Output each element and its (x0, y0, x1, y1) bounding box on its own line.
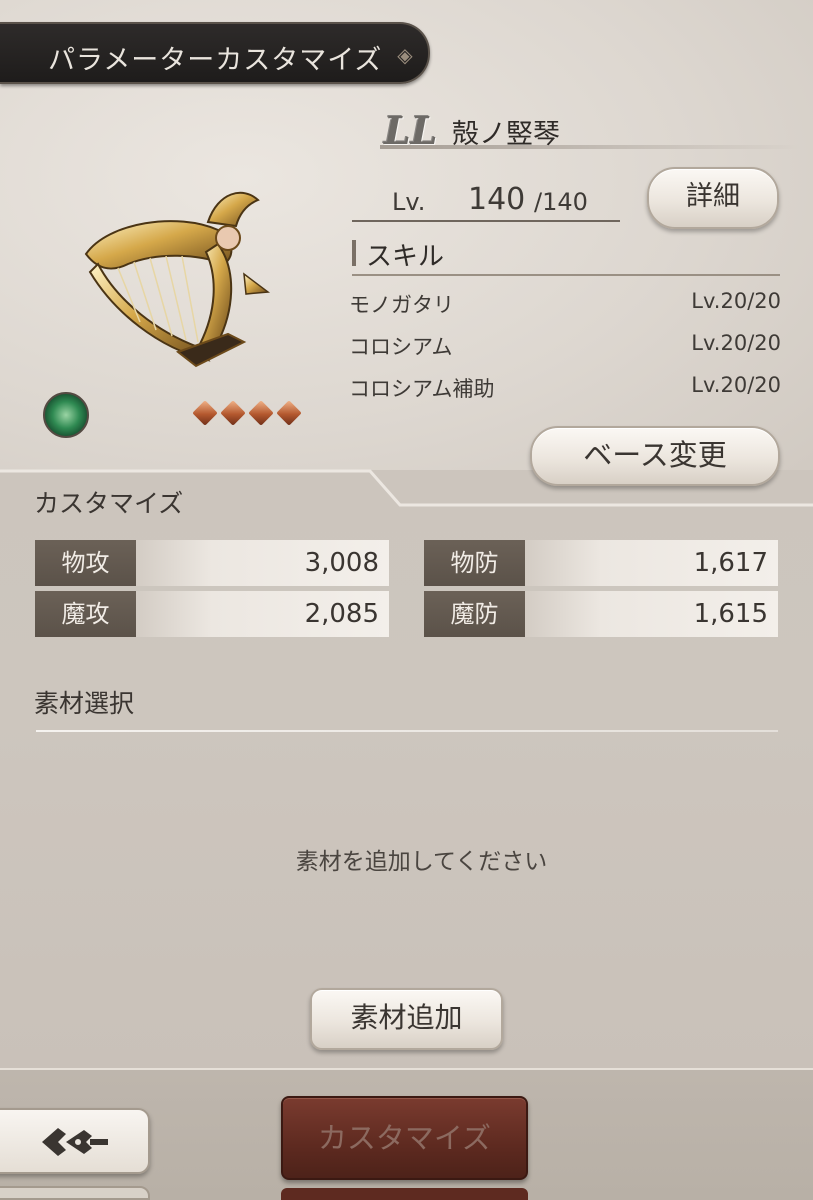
empty-material-message: 素材を追加してください (295, 849, 548, 875)
skill-level: Lv.20/20 (691, 289, 781, 313)
level-label: Lv. (392, 188, 426, 216)
skill-title: スキル (366, 242, 445, 272)
skill-level: Lv.20/20 (691, 331, 781, 355)
stat-label: 魔攻 (35, 591, 136, 637)
stat-value: 1,615 (525, 591, 778, 637)
skill-header: スキル (352, 234, 780, 278)
element-wind-icon (43, 392, 89, 438)
add-material-button[interactable]: 素材追加 (310, 988, 503, 1050)
star-icon (276, 400, 302, 426)
level-underline (352, 220, 620, 222)
skill-header-bar (352, 240, 356, 266)
material-divider (36, 730, 778, 732)
title-bar: パラメーターカスタマイズ ◈ (0, 22, 430, 84)
skill-row: コロシアム補助 Lv.20/20 (349, 373, 781, 403)
skill-row: モノガタリ Lv.20/20 (349, 289, 781, 319)
stat-value: 2,085 (136, 591, 389, 637)
customize-section-title: カスタマイズ (34, 489, 184, 518)
secondary-button-edge (0, 1186, 150, 1200)
level-current: 140 (468, 182, 526, 217)
skill-underline (352, 274, 780, 276)
stat-label: 物攻 (35, 540, 136, 586)
level-row: Lv. 140 /140 (352, 176, 620, 226)
name-underline (380, 145, 800, 149)
secondary-button-edge (281, 1188, 528, 1200)
star-icon (248, 400, 274, 426)
detail-button[interactable]: 詳細 (647, 167, 779, 229)
customize-button[interactable]: カスタマイズ (281, 1096, 528, 1180)
diamond-emblem-icon: ◈ (397, 43, 413, 67)
base-change-button[interactable]: ベース変更 (530, 426, 780, 486)
material-section-title: 素材選択 (34, 689, 135, 718)
back-arrow-icon (42, 1128, 108, 1156)
stat-label: 魔防 (424, 591, 525, 637)
stat-label: 物防 (424, 540, 525, 586)
stat-physical-attack: 物攻 3,008 (35, 540, 389, 586)
skill-level: Lv.20/20 (691, 373, 781, 397)
level-max: /140 (534, 188, 588, 216)
skill-name: コロシアム補助 (349, 377, 495, 401)
stat-value: 1,617 (525, 540, 778, 586)
harp-weapon-icon[interactable] (68, 182, 298, 382)
skill-row: コロシアム Lv.20/20 (349, 331, 781, 361)
stat-value: 3,008 (136, 540, 389, 586)
skill-name: コロシアム (349, 335, 453, 359)
skill-name: モノガタリ (349, 293, 454, 317)
star-icon (192, 400, 218, 426)
rarity-stars (190, 400, 302, 428)
stat-magic-defense: 魔防 1,615 (424, 591, 778, 637)
stat-magic-attack: 魔攻 2,085 (35, 591, 389, 637)
stat-physical-defense: 物防 1,617 (424, 540, 778, 586)
star-icon (220, 400, 246, 426)
back-button[interactable] (0, 1108, 150, 1174)
page-title: パラメーターカスタマイズ (48, 45, 383, 76)
